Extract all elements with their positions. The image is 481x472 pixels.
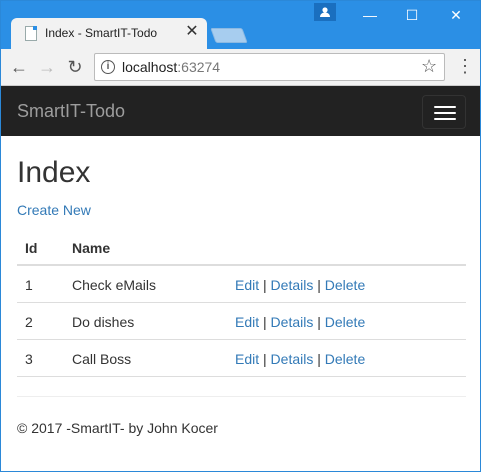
navbar-brand[interactable]: SmartIT-Todo — [17, 101, 125, 122]
separator: | — [263, 314, 267, 330]
header-name: Name — [72, 240, 111, 256]
arrow-right-icon[interactable]: → — [35, 55, 59, 79]
url-host: localhost — [122, 59, 178, 75]
table-row: 2 Do dishes Edit | Details | Delete — [17, 303, 466, 340]
page-title: Index — [17, 156, 91, 189]
tab-title: Index - SmartIT-Todo — [45, 26, 158, 40]
table-row: 3 Call Boss Edit | Details | Delete — [17, 340, 466, 377]
edit-link[interactable]: Edit — [235, 351, 259, 367]
window-close-button[interactable]: ✕ — [434, 1, 478, 29]
create-new-link[interactable]: Create New — [17, 202, 91, 218]
row-actions: Edit | Details | Delete — [235, 351, 365, 367]
details-link[interactable]: Details — [271, 351, 314, 367]
cell-id: 1 — [25, 277, 33, 293]
browser-toolbar: ← → ↻ i localhost:63274 ☆ ⋮ — [1, 49, 480, 86]
delete-link[interactable]: Delete — [325, 351, 365, 367]
row-actions: Edit | Details | Delete — [235, 277, 365, 293]
hamburger-icon[interactable] — [422, 95, 466, 129]
separator: | — [317, 314, 321, 330]
close-icon[interactable]: ✕ — [183, 23, 201, 41]
details-link[interactable]: Details — [271, 314, 314, 330]
delete-link[interactable]: Delete — [325, 277, 365, 293]
arrow-left-icon[interactable]: ← — [7, 55, 31, 79]
edit-link[interactable]: Edit — [235, 277, 259, 293]
reload-icon[interactable]: ↻ — [63, 55, 87, 79]
new-tab-button[interactable] — [210, 28, 248, 43]
cell-id: 3 — [25, 351, 33, 367]
edit-link[interactable]: Edit — [235, 314, 259, 330]
minimize-button[interactable]: — — [348, 1, 392, 29]
info-icon[interactable]: i — [101, 60, 115, 74]
page-icon — [25, 26, 37, 41]
kebab-menu-icon[interactable]: ⋮ — [456, 56, 474, 78]
separator: | — [263, 277, 267, 293]
cell-id: 2 — [25, 314, 33, 330]
row-actions: Edit | Details | Delete — [235, 314, 365, 330]
details-link[interactable]: Details — [271, 277, 314, 293]
separator: | — [317, 351, 321, 367]
table-row: 1 Check eMails Edit | Details | Delete — [17, 266, 466, 303]
cell-name: Check eMails — [72, 277, 157, 293]
browser-window: Index - SmartIT-Todo ✕ — ☐ ✕ ← → ↻ i loc… — [0, 0, 481, 472]
browser-tab[interactable]: Index - SmartIT-Todo ✕ — [11, 18, 207, 49]
maximize-button[interactable]: ☐ — [390, 1, 434, 29]
page-footer: © 2017 -SmartIT- by John Kocer — [17, 420, 218, 436]
footer-divider — [17, 396, 466, 397]
separator: | — [263, 351, 267, 367]
header-id: Id — [25, 240, 38, 256]
star-icon[interactable]: ☆ — [421, 56, 437, 77]
table-header: Id Name — [17, 228, 466, 266]
url-text: localhost:63274 — [122, 59, 220, 75]
url-port: :63274 — [177, 59, 221, 75]
site-navbar: SmartIT-Todo — [1, 86, 480, 136]
profile-icon[interactable] — [314, 3, 336, 21]
address-bar[interactable]: i localhost:63274 ☆ — [94, 53, 445, 81]
cell-name: Do dishes — [72, 314, 135, 330]
cell-name: Call Boss — [72, 351, 132, 367]
separator: | — [317, 277, 321, 293]
todo-table: Id Name 1 Check eMails Edit | Details | … — [17, 228, 466, 377]
title-bar: Index - SmartIT-Todo ✕ — ☐ ✕ — [1, 1, 480, 49]
delete-link[interactable]: Delete — [325, 314, 365, 330]
